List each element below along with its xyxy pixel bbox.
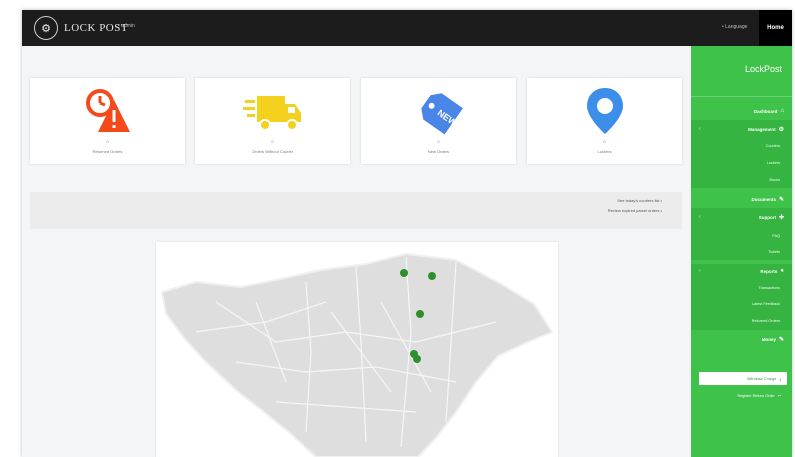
gear-icon: ⚙: [778, 127, 784, 133]
card-orders-without-courier[interactable]: 0 Orders Without Courier: [195, 78, 350, 164]
sidebar-item-label: Documents: [751, 197, 776, 202]
register-return-order-button[interactable]: Register Return Order ↩: [699, 390, 787, 401]
chevron-left-icon: ‹: [699, 214, 701, 220]
download-icon: ⤓: [779, 376, 781, 381]
sidebar-item-boxes[interactable]: Boxes: [769, 178, 780, 182]
sidebar-item-lockers[interactable]: Lockers: [767, 161, 780, 165]
card-new-orders[interactable]: NEW 0 New Orders: [361, 78, 516, 164]
sidebar-item-money[interactable]: Money ✎: [762, 336, 784, 343]
app-window: ⚙ LOCK POST • admin • Language Home 0 Re…: [22, 10, 792, 457]
pen-icon: ✎: [778, 337, 784, 343]
logo[interactable]: ⚙ LOCK POST: [34, 16, 128, 40]
sidebar-item-dashboard[interactable]: Dashboard ⌂: [754, 108, 784, 114]
sidebar-title: LockPost: [744, 64, 782, 74]
card-count: 0: [603, 139, 606, 144]
sidebar-item-returned-orders[interactable]: Returned Orders: [752, 319, 780, 323]
expired-orders-link[interactable]: Review expired parcel orders •: [608, 208, 662, 213]
card-lockers[interactable]: 0 Lockers: [527, 78, 682, 164]
sidebar-item-label: Reports: [760, 268, 778, 274]
card-count: 0: [106, 139, 109, 144]
chevron-left-icon: ‹: [699, 126, 701, 132]
locker-marker: [428, 272, 436, 280]
delivery-truck-icon: [242, 86, 303, 136]
couriers-list-link[interactable]: See today's couriers list •: [617, 198, 662, 203]
card-count: 0: [271, 139, 274, 144]
card-count: 0: [437, 139, 440, 144]
sidebar-item-label: Management: [748, 127, 776, 132]
return-icon: ↩: [777, 394, 781, 398]
card-label: Lockers: [597, 149, 612, 154]
locker-marker: [400, 269, 408, 277]
locker-marker: [413, 355, 421, 363]
sidebar-item-transactions[interactable]: Transactions: [758, 286, 780, 290]
quick-links-panel: See today's couriers list • Review expir…: [30, 192, 682, 229]
home-icon: ⌂: [780, 108, 784, 114]
chart-icon: ●: [780, 268, 784, 274]
language-menu[interactable]: • Language: [722, 24, 747, 30]
sidebar-item-tickets[interactable]: Tickets: [768, 250, 780, 254]
card-label: Orders Without Courier: [251, 149, 294, 154]
location-pin-icon: [575, 86, 635, 136]
pin-icon: ✎: [778, 197, 784, 203]
sidebar-item-support[interactable]: Support ✚: [759, 214, 784, 221]
tag-icon: ✚: [778, 215, 784, 221]
returned-warning-icon: [78, 86, 138, 136]
sidebar-item-label: Money: [761, 337, 776, 342]
new-tag-icon: NEW: [409, 86, 469, 136]
chevron-left-icon: ‹: [699, 268, 701, 274]
card-label: Returned Orders: [92, 149, 123, 154]
sidebar-item-management[interactable]: Management ⚙: [748, 126, 784, 133]
user-menu[interactable]: • admin: [118, 23, 135, 29]
button-label: Withdraw Charge: [746, 376, 777, 381]
sidebar-item-documents[interactable]: Documents ✎: [751, 196, 784, 203]
card-returned-orders[interactable]: 0 Returned Orders: [30, 78, 185, 164]
sidebar-item-reports[interactable]: Reports ●: [760, 268, 784, 274]
sidebar-item-label: Dashboard: [753, 108, 778, 114]
sidebar-item-faq[interactable]: FAQ: [772, 234, 780, 238]
sidebar-item-label: Support: [758, 215, 776, 220]
lockers-map[interactable]: [156, 242, 558, 457]
withdraw-charge-button[interactable]: Withdraw Charge ⤓: [699, 372, 787, 385]
logo-mark-icon: ⚙: [34, 16, 58, 40]
sidebar-item-couriers[interactable]: Couriers: [766, 144, 780, 148]
home-tab[interactable]: Home: [759, 10, 792, 46]
sidebar-item-latest-feedback[interactable]: Latest Feedback: [752, 302, 780, 306]
top-navbar: ⚙ LOCK POST • admin • Language Home: [22, 10, 792, 46]
card-label: New Orders: [427, 149, 450, 154]
sidebar: LockPost Dashboard ⌂ ‹ Management ⚙ Cour…: [691, 46, 792, 457]
locker-marker: [416, 310, 424, 318]
button-label: Register Return Order: [737, 393, 775, 398]
